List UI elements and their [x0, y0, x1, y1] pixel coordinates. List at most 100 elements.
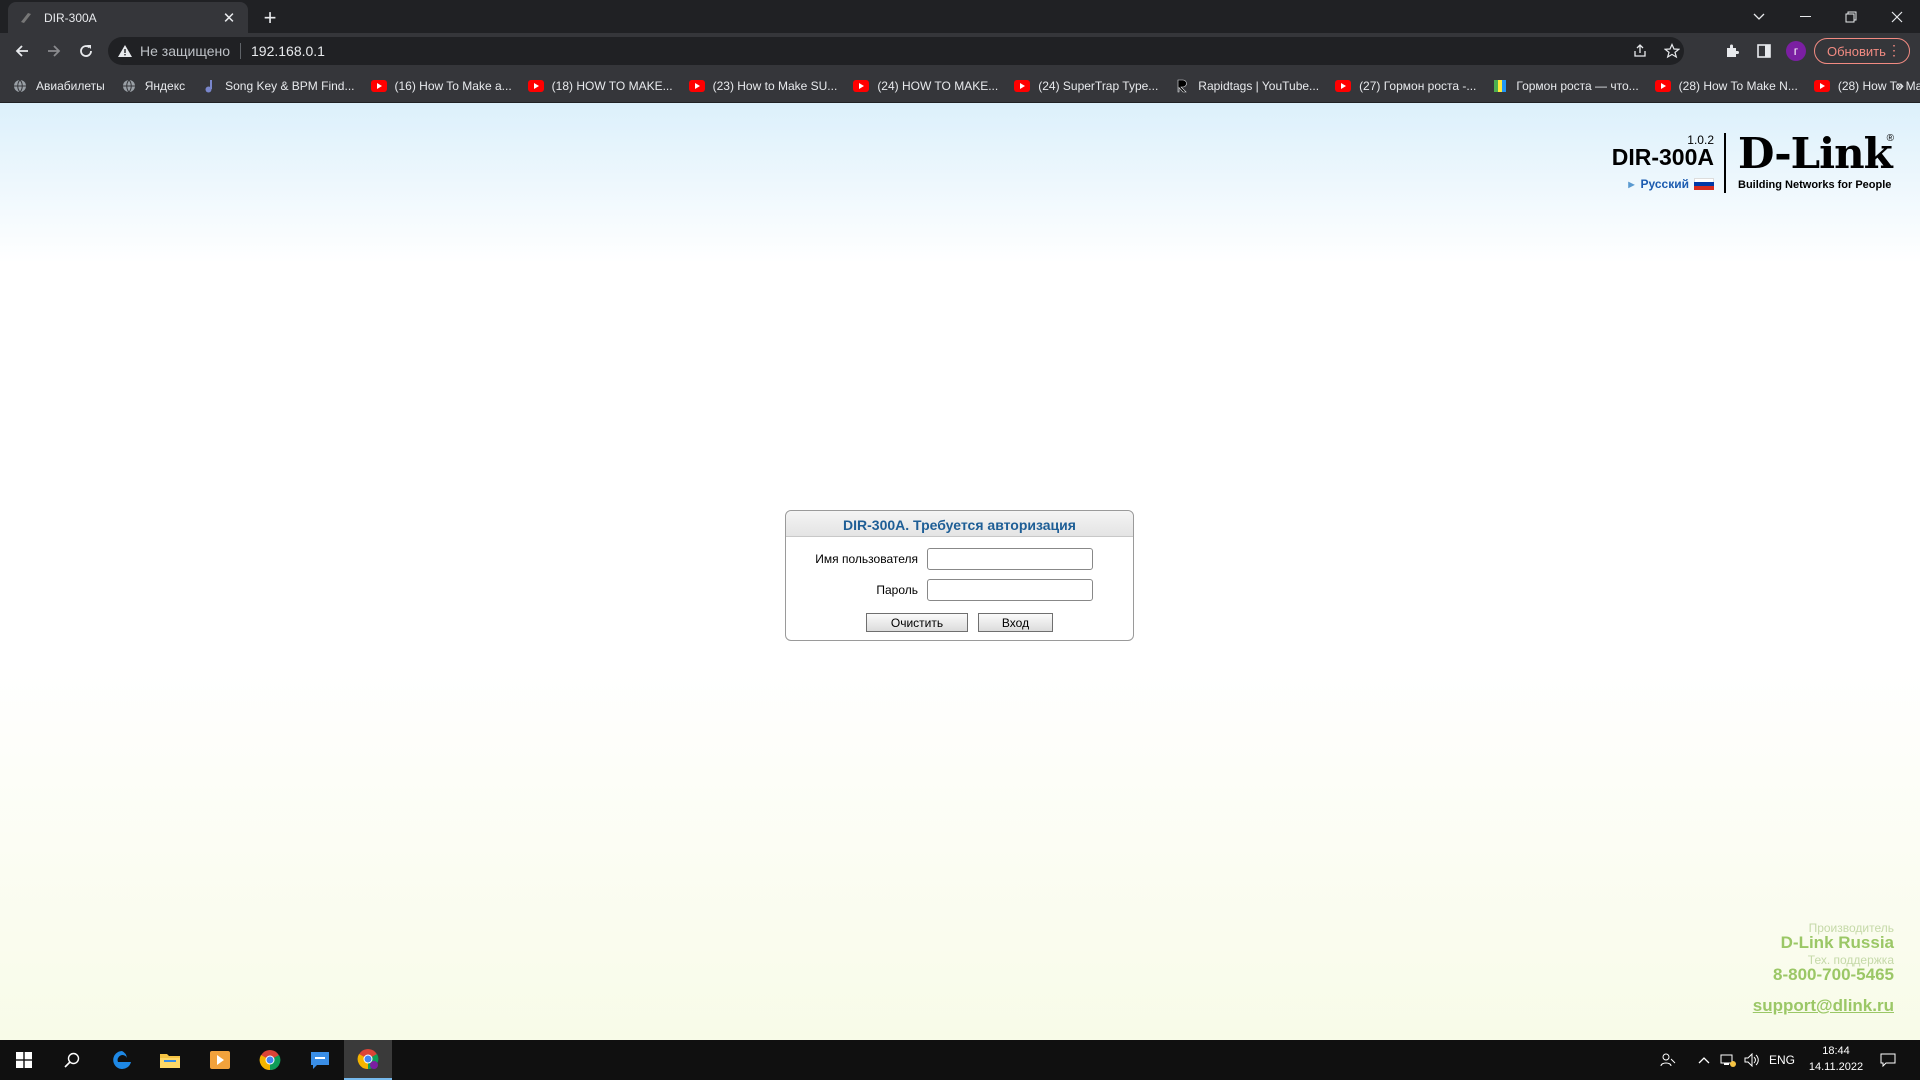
update-button[interactable]: Обновить ⋮ [1814, 38, 1910, 64]
bookmark-item[interactable]: (16) How To Make a... [370, 78, 512, 94]
browser-titlebar: DIR-300A ✕ + [0, 0, 1920, 33]
close-tab-icon[interactable]: ✕ [220, 9, 238, 27]
striped-favicon-icon [1492, 78, 1508, 94]
bookmark-item[interactable]: Яндекс [121, 78, 185, 94]
file-explorer-app[interactable] [146, 1040, 194, 1080]
youtube-icon [853, 78, 870, 94]
dlink-logo: D-Link ® Building Networks for People [1738, 133, 1894, 193]
media-player-app[interactable] [196, 1040, 244, 1080]
bookmark-item[interactable]: (18) HOW TO MAKE... [527, 78, 673, 94]
restore-icon[interactable] [1828, 0, 1874, 33]
brand-divider [1724, 133, 1726, 193]
search-icon [64, 1052, 80, 1068]
bookmark-label: Яндекс [144, 78, 186, 93]
more-bookmarks-icon[interactable]: » [1896, 77, 1904, 93]
forward-arrow-icon [48, 45, 61, 57]
bookmarks-bar: Авиабилеты Яндекс Song Key & BPM Find...… [0, 69, 1920, 103]
password-row: Пароль [786, 579, 1135, 601]
extensions-puzzle-icon[interactable] [1718, 37, 1746, 65]
bookmark-label: (23) How to Make SU... [712, 78, 838, 93]
back-button[interactable] [8, 37, 36, 65]
not-secure-label[interactable]: Не защищено [140, 43, 241, 59]
minimize-icon[interactable] [1782, 0, 1828, 33]
password-label: Пароль [876, 583, 918, 597]
reload-button[interactable] [72, 37, 100, 65]
model-name: DIR-300A [1611, 144, 1714, 170]
youtube-icon [1014, 78, 1031, 94]
login-form: DIR-300A. Требуется авторизация Имя поль… [785, 510, 1134, 641]
back-arrow-icon [15, 45, 28, 57]
forward-button[interactable] [40, 37, 68, 65]
bookmark-item[interactable]: (24) HOW TO MAKE... [853, 78, 998, 94]
password-input[interactable] [927, 579, 1093, 601]
media-player-icon [210, 1051, 230, 1069]
bookmark-star-icon[interactable] [1658, 37, 1686, 65]
input-language-label: ENG [1768, 1053, 1795, 1067]
input-language[interactable]: ENG [1766, 1040, 1798, 1080]
registered-mark-icon: ® [1886, 133, 1894, 144]
bookmark-label: (28) How To Make N... [1678, 78, 1798, 93]
vendor-name: D-Link Russia [1781, 933, 1894, 953]
bookmark-label: (24) HOW TO MAKE... [877, 78, 999, 93]
username-input[interactable] [927, 548, 1093, 570]
support-email[interactable]: support@dlink.ru [1753, 996, 1894, 1016]
youtube-icon [688, 78, 705, 94]
username-row: Имя пользователя [786, 548, 1135, 570]
chevron-up-icon[interactable] [1694, 1040, 1714, 1080]
support-email-link[interactable]: support@dlink.ru [1753, 996, 1894, 1015]
youtube-icon [1335, 78, 1352, 94]
chrome-app[interactable] [246, 1040, 294, 1080]
support-phone: 8-800-700-5465 [1773, 965, 1894, 985]
clear-button[interactable]: Очистить [866, 613, 968, 632]
music-note-icon [201, 78, 217, 94]
bookmark-label: Song Key & BPM Find... [225, 78, 355, 93]
address-bar[interactable]: Не защищено 192.168.0.1 [108, 37, 1684, 65]
chrome-profile-app[interactable] [344, 1040, 392, 1080]
youtube-icon [1654, 78, 1671, 94]
notifications-icon[interactable] [1876, 1040, 1900, 1080]
tab-search-icon[interactable] [1736, 0, 1782, 33]
url-text[interactable]: 192.168.0.1 [251, 43, 325, 59]
clock[interactable]: 18:44 14.11.2022 [1806, 1043, 1866, 1075]
bookmark-item[interactable]: Авиабилеты [12, 78, 105, 94]
login-button[interactable]: Вход [978, 613, 1053, 632]
bookmark-label: (16) How To Make a... [394, 78, 512, 93]
more-menu-icon[interactable]: ⋮ [1887, 42, 1901, 59]
bookmark-item[interactable]: (28) How To Make N... [1654, 78, 1798, 94]
update-label: Обновить [1827, 43, 1886, 59]
reload-icon [80, 45, 92, 57]
start-button[interactable] [0, 1040, 48, 1080]
side-panel-icon[interactable] [1750, 37, 1778, 65]
rapidtags-icon [1174, 78, 1190, 94]
bookmark-item[interactable]: (27) Гормон роста -... [1335, 78, 1476, 94]
close-window-icon[interactable] [1874, 0, 1920, 33]
folder-icon [160, 1054, 180, 1068]
username-label: Имя пользователя [815, 552, 918, 566]
messenger-app[interactable] [296, 1040, 344, 1080]
bookmark-item[interactable]: (23) How to Make SU... [688, 78, 838, 94]
clock-time: 18:44 [1822, 1045, 1850, 1057]
profile-avatar[interactable]: г [1782, 37, 1810, 65]
bookmark-item[interactable]: (24) SuperTrap Type... [1014, 78, 1158, 94]
network-icon[interactable] [1718, 1040, 1738, 1080]
share-icon[interactable] [1626, 37, 1654, 65]
edge-app[interactable] [98, 1040, 146, 1080]
globe-icon [121, 78, 137, 94]
chrome-icon [259, 1050, 281, 1071]
bookmark-item[interactable]: Гормон роста — что... [1492, 78, 1639, 94]
people-icon[interactable] [1656, 1040, 1680, 1080]
bookmark-label: (27) Гормон роста -... [1359, 78, 1477, 93]
volume-icon[interactable] [1742, 1040, 1762, 1080]
avatar-letter: г [1786, 41, 1806, 61]
bookmark-item[interactable]: Rapidtags | YouTube... [1174, 78, 1319, 94]
tab-dir300a[interactable]: DIR-300A ✕ [8, 2, 248, 33]
bookmark-label: Rapidtags | YouTube... [1198, 78, 1320, 93]
bookmark-item[interactable]: Song Key & BPM Find... [201, 78, 355, 94]
search-button[interactable] [48, 1040, 96, 1080]
bookmark-label: (18) HOW TO MAKE... [551, 78, 673, 93]
chrome-profile-icon [357, 1049, 379, 1070]
brand-header: 1.0.2 DIR-300A ▶ Русский D-Link ® Buildi… [1574, 133, 1894, 203]
bookmark-item[interactable]: (28) How To Make Be... [1813, 78, 1920, 94]
new-tab-button[interactable]: + [256, 4, 284, 32]
language-selector[interactable]: ▶ Русский [1628, 177, 1714, 191]
